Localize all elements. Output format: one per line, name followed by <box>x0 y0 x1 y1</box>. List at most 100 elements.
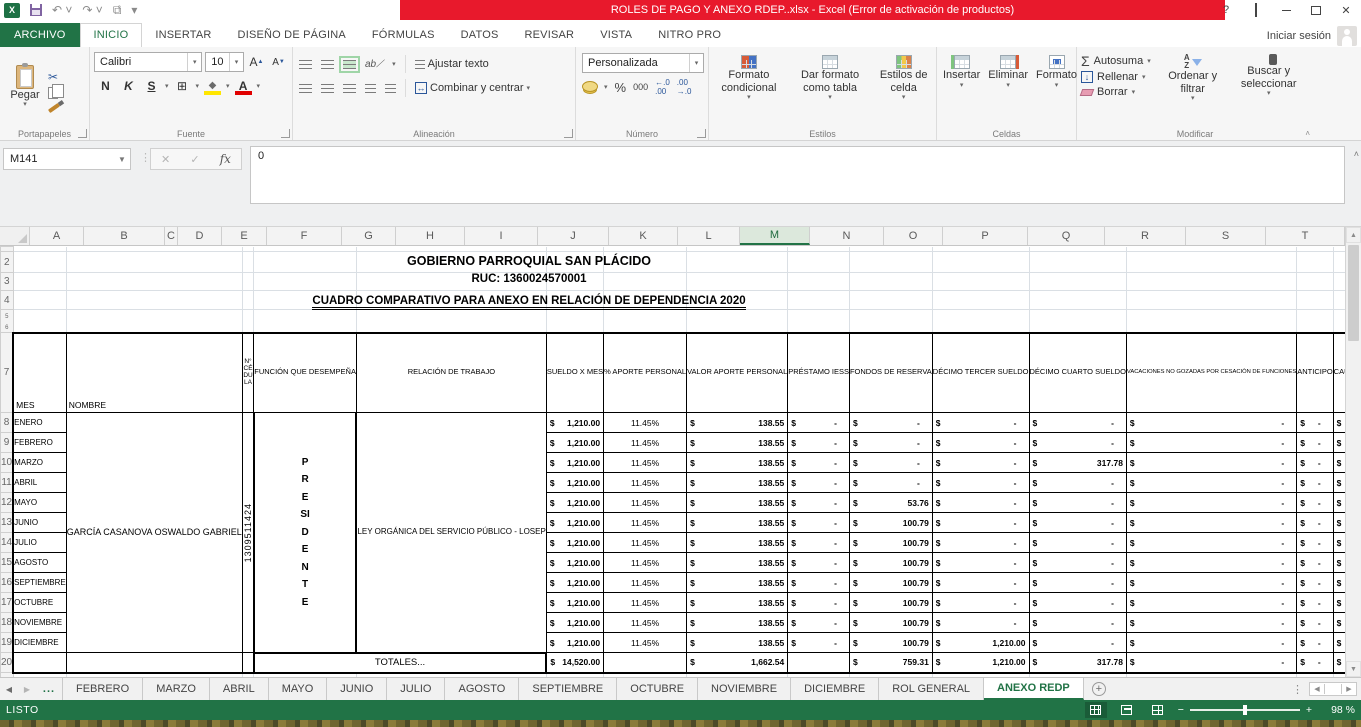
cell-decimo-tercer[interactable]: $- <box>932 473 1029 493</box>
cell-decimo-cuarto[interactable]: $- <box>1029 593 1126 613</box>
user-avatar[interactable] <box>1337 26 1357 46</box>
cell[interactable] <box>1333 273 1345 291</box>
cell-decimo-cuarto[interactable]: $317.78 <box>1029 453 1126 473</box>
row-header-8[interactable]: 8 <box>1 413 14 433</box>
cell[interactable] <box>13 252 66 273</box>
align-bottom-icon[interactable] <box>343 60 356 69</box>
page-break-view-icon[interactable] <box>1147 702 1169 718</box>
cell-totales-label[interactable]: TOTALES... <box>254 653 547 673</box>
cell[interactable] <box>932 673 1029 678</box>
cell-total-sueldo[interactable]: $14,520.00 <box>546 653 603 673</box>
cell[interactable] <box>13 310 66 333</box>
row-header-14[interactable]: 14 <box>1 533 14 553</box>
cell[interactable] <box>66 310 242 333</box>
align-center-icon[interactable] <box>321 84 334 93</box>
name-box[interactable]: M141▼ <box>3 148 131 170</box>
cell[interactable] <box>242 273 254 291</box>
cell[interactable] <box>687 252 788 273</box>
clipboard-dialog-launcher[interactable] <box>78 129 87 138</box>
cell-decimo-tercer[interactable]: $- <box>932 613 1029 633</box>
cell-aporte[interactable]: $138.55 <box>687 573 788 593</box>
enter-icon[interactable]: ✓ <box>190 153 199 166</box>
cell[interactable] <box>1333 310 1345 333</box>
cell-decimo-cuarto[interactable]: $- <box>1029 433 1126 453</box>
cell[interactable] <box>849 673 932 678</box>
cell-decimo-cuarto[interactable]: $- <box>1029 533 1126 553</box>
cell-total-vacaciones[interactable]: $- <box>1126 653 1296 673</box>
cut-icon[interactable]: ✂ <box>48 71 60 83</box>
cell-fondos[interactable]: $- <box>849 453 932 473</box>
cell-aporte[interactable]: $138.55 <box>687 593 788 613</box>
cell[interactable] <box>1029 291 1126 310</box>
column-header-Q[interactable]: Q <box>1028 227 1105 245</box>
cell[interactable] <box>1126 252 1296 273</box>
cell[interactable] <box>788 310 850 333</box>
column-header-H[interactable]: H <box>396 227 465 245</box>
scroll-up-icon[interactable]: ▲ <box>1346 227 1361 243</box>
font-color-icon[interactable]: A <box>234 76 253 95</box>
cell-sueldo[interactable]: $1,210.00 <box>546 513 603 533</box>
format-painter-icon[interactable] <box>48 103 60 113</box>
vertical-scrollbar[interactable]: ▲ ▼ <box>1345 227 1361 677</box>
percent-style-icon[interactable]: % <box>615 80 627 95</box>
cell-mes[interactable]: DICIEMBRE <box>13 633 66 653</box>
cell[interactable] <box>1126 673 1296 678</box>
column-header-L[interactable]: L <box>678 227 740 245</box>
wrap-text-icon[interactable]: Ajustar texto <box>415 58 489 70</box>
cell-vacaciones[interactable]: $- <box>1126 553 1296 573</box>
cell-sueldo[interactable]: $1,210.00 <box>546 553 603 573</box>
column-header-C[interactable]: C <box>165 227 178 245</box>
cell-fondos[interactable]: $100.79 <box>849 513 932 533</box>
cell-pct[interactable]: 11.45% <box>604 453 687 473</box>
column-header-R[interactable]: R <box>1105 227 1186 245</box>
cell-pct[interactable]: 11.45% <box>604 593 687 613</box>
cell[interactable] <box>604 252 687 273</box>
column-header-E[interactable]: E <box>222 227 267 245</box>
restore-button[interactable] <box>1303 1 1329 19</box>
italic-button[interactable]: K <box>119 76 138 95</box>
cell-relacion[interactable]: LEY ORGÁNICA DEL SERVICIO PÚBLICO - LOSE… <box>356 413 546 653</box>
cell-styles-button[interactable]: Estilos de celda▾ <box>873 53 934 104</box>
cell[interactable] <box>356 291 546 310</box>
table-header-6[interactable]: SUELDO X MES <box>546 333 603 413</box>
cell-caucion[interactable]: $- <box>1333 593 1345 613</box>
sheet-nav-right-icon[interactable]: ▶ <box>18 678 36 700</box>
ribbon-display-options-button[interactable] <box>1243 1 1269 19</box>
cell[interactable] <box>788 273 850 291</box>
cell-prestamo[interactable]: $- <box>788 633 850 653</box>
cell-pct[interactable]: 11.45% <box>604 413 687 433</box>
name-box-dropdown-icon[interactable]: ▼ <box>114 149 130 169</box>
clear-button[interactable]: Borrar▾ <box>1081 86 1151 98</box>
ribbon-tab-datos[interactable]: DATOS <box>448 24 512 47</box>
row-header-3[interactable]: 3 <box>1 273 14 291</box>
cell[interactable] <box>254 252 357 273</box>
cell[interactable] <box>849 291 932 310</box>
cell-prestamo[interactable]: $- <box>788 513 850 533</box>
cell-prestamo[interactable]: $- <box>788 593 850 613</box>
cell-mes[interactable]: AGOSTO <box>13 553 66 573</box>
column-header-S[interactable]: S <box>1186 227 1266 245</box>
table-header-15[interactable]: CAUCIÓN <box>1333 333 1345 413</box>
cell-caucion[interactable]: $- <box>1333 573 1345 593</box>
cell-mes[interactable]: MAYO <box>13 493 66 513</box>
cell-anticipo[interactable]: $- <box>1297 533 1333 553</box>
cell-mes[interactable]: OCTUBRE <box>13 593 66 613</box>
ribbon-tab-vista[interactable]: VISTA <box>587 24 645 47</box>
table-header-2[interactable]: NOMBRE <box>66 333 242 413</box>
align-left-icon[interactable] <box>299 84 312 93</box>
cell-anticipo[interactable]: $- <box>1297 453 1333 473</box>
cell-fondos[interactable]: $100.79 <box>849 593 932 613</box>
cell[interactable] <box>849 310 932 333</box>
cell-aporte[interactable]: $138.55 <box>687 553 788 573</box>
cell-prestamo[interactable]: $- <box>788 433 850 453</box>
cell-mes[interactable]: NOVIEMBRE <box>13 613 66 633</box>
cell-fondos[interactable]: $100.79 <box>849 533 932 553</box>
insert-cells-button[interactable]: Insertar▾ <box>939 53 984 92</box>
cell-sueldo[interactable]: $1,210.00 <box>546 413 603 433</box>
cell-anticipo[interactable]: $- <box>1297 553 1333 573</box>
row-header-10[interactable]: 10 <box>1 453 14 473</box>
column-header-D[interactable]: D <box>178 227 222 245</box>
cell-mes[interactable]: ENERO <box>13 413 66 433</box>
cell-anticipo[interactable]: $- <box>1297 513 1333 533</box>
cell[interactable] <box>546 310 603 333</box>
